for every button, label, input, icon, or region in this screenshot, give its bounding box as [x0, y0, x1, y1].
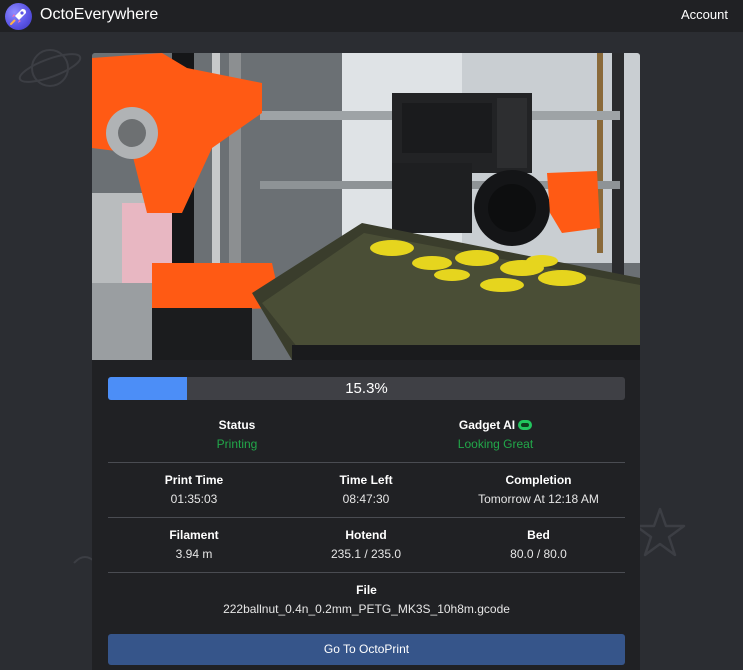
- completion-cell: Completion Tomorrow At 12:18 AM: [452, 473, 625, 506]
- file-label: File: [356, 583, 377, 597]
- time-left-cell: Time Left 08:47:30: [280, 473, 452, 506]
- filament-value: 3.94 m: [175, 547, 213, 561]
- gadget-ai-value: Looking Great: [457, 437, 534, 451]
- star-decoration: [634, 507, 686, 557]
- print-time-cell: Print Time 01:35:03: [108, 473, 280, 506]
- rocket-logo-icon[interactable]: [5, 3, 32, 30]
- file-cell: File 222ballnut_0.4n_0.2mm_PETG_MK3S_10h…: [108, 583, 625, 616]
- bed-label: Bed: [527, 528, 550, 542]
- status-label: Status: [218, 418, 256, 432]
- bed-cell: Bed 80.0 / 80.0: [452, 528, 625, 561]
- status-cell: Status Printing: [108, 418, 366, 451]
- completion-value: Tomorrow At 12:18 AM: [478, 492, 599, 506]
- hotend-value: 235.1 / 235.0: [330, 547, 402, 561]
- divider: [108, 572, 625, 573]
- gadget-ai-icon: [518, 420, 533, 430]
- filament-label: Filament: [169, 528, 219, 542]
- completion-label: Completion: [505, 473, 572, 487]
- print-time-label: Print Time: [164, 473, 224, 487]
- go-to-octoprint-button[interactable]: Go To OctoPrint: [108, 634, 625, 665]
- file-name: 222ballnut_0.4n_0.2mm_PETG_MK3S_10h8m.gc…: [223, 602, 510, 616]
- divider: [108, 462, 625, 463]
- gadget-ai-label: Gadget AI: [366, 418, 625, 432]
- bed-value: 80.0 / 80.0: [510, 547, 567, 561]
- print-time-value: 01:35:03: [170, 492, 218, 506]
- print-progress-label: 15.3%: [345, 380, 388, 397]
- brand-name[interactable]: OctoEverywhere: [40, 6, 158, 24]
- time-left-label: Time Left: [339, 473, 393, 487]
- planet-decoration: [18, 49, 82, 87]
- print-progress-bar: 15.3%: [108, 377, 625, 400]
- status-value: Printing: [216, 437, 258, 451]
- filament-cell: Filament 3.94 m: [108, 528, 280, 561]
- top-nav-bar: OctoEverywhere Account: [0, 0, 743, 32]
- gadget-ai-cell: Gadget AI Looking Great: [366, 418, 625, 451]
- hotend-cell: Hotend 235.1 / 235.0: [280, 528, 452, 561]
- time-left-value: 08:47:30: [342, 492, 390, 506]
- printer-status-card: 15.3% Status Printing Gadget AI Looking …: [92, 53, 640, 670]
- account-link[interactable]: Account: [681, 7, 728, 22]
- divider: [108, 517, 625, 518]
- webcam-stream[interactable]: [92, 53, 640, 360]
- hotend-label: Hotend: [345, 528, 387, 542]
